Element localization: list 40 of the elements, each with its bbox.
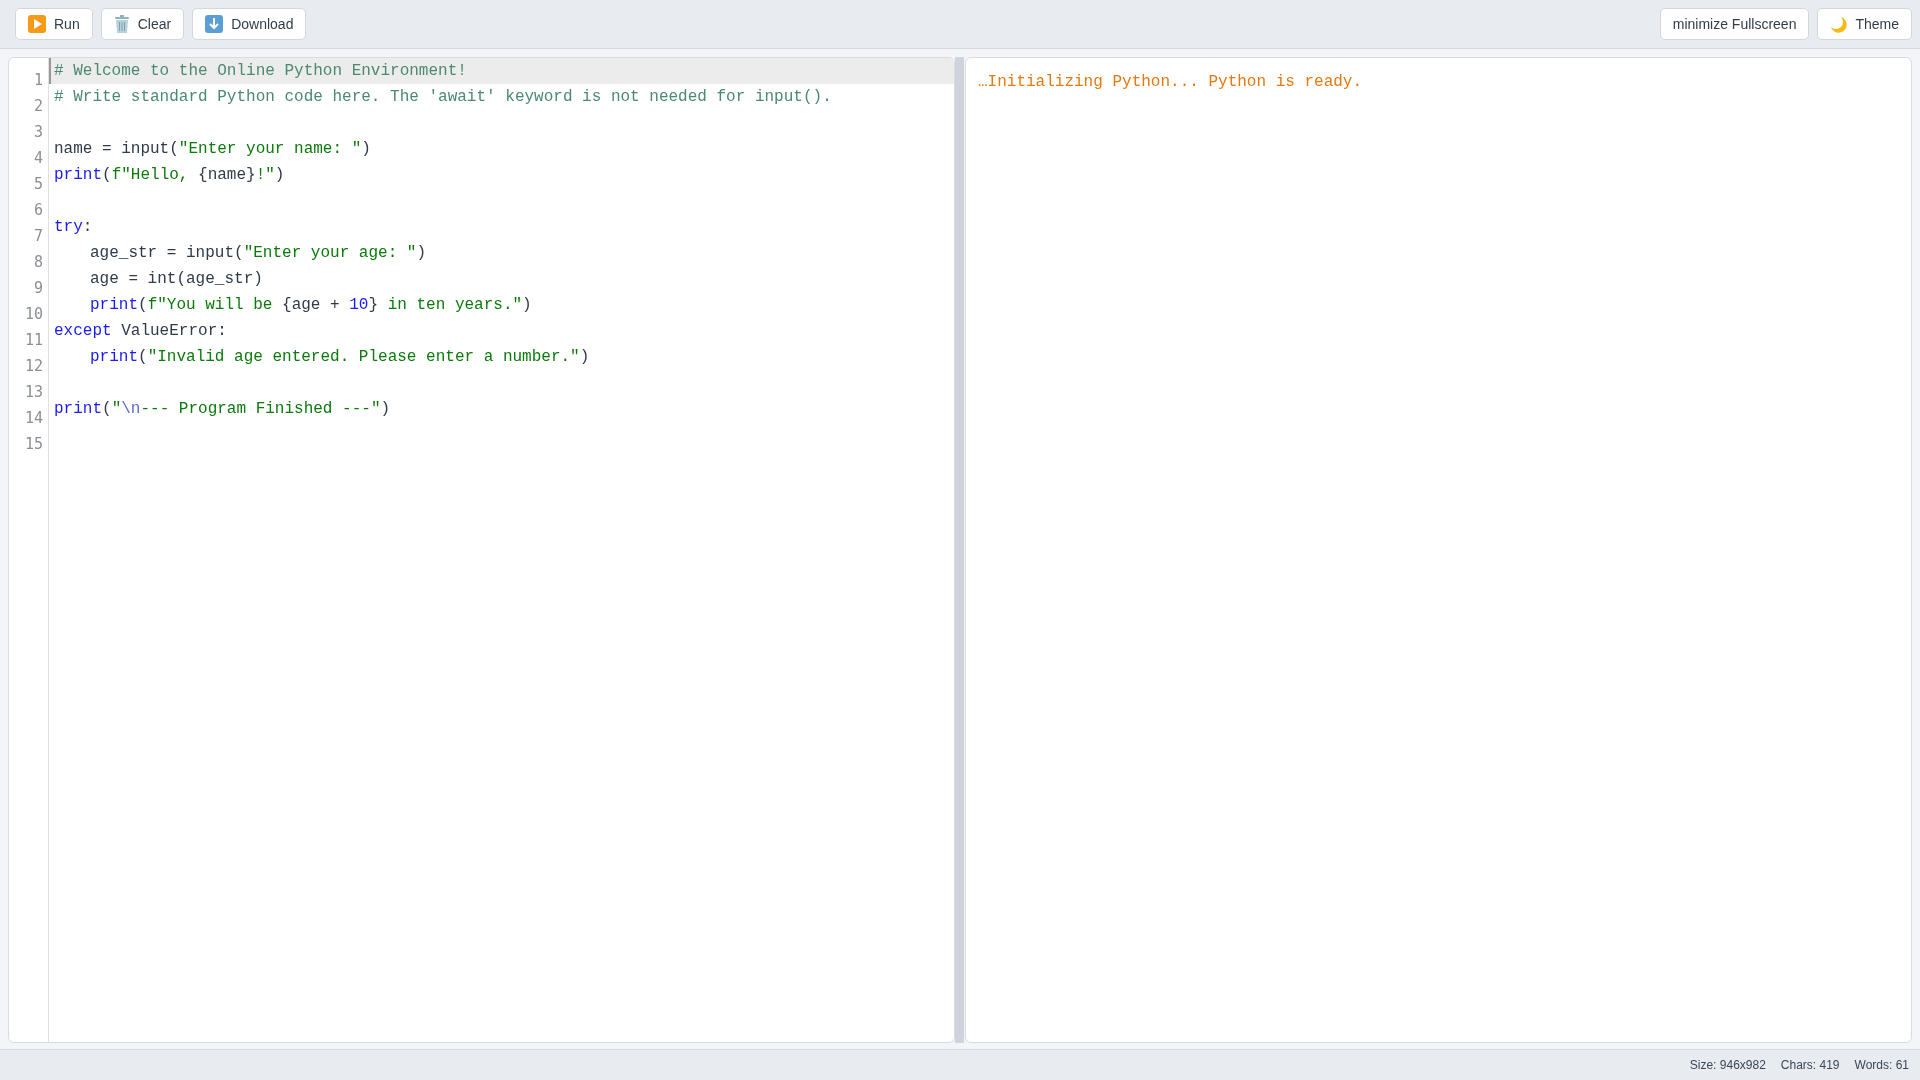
- line-number: 5: [33, 174, 44, 195]
- line-number: 12: [24, 356, 44, 377]
- code-line: # Write standard Python code here. The 'await' keyword is not needed for input().: [53, 87, 833, 108]
- panel-splitter[interactable]: [955, 57, 964, 1043]
- line-number: 1: [33, 70, 44, 91]
- theme-button[interactable]: Theme: [1817, 8, 1912, 40]
- line-number: 2: [33, 96, 44, 117]
- code-line: age_str = input("Enter your age: "): [89, 243, 428, 264]
- output-line: …Initializing Python... Python is ready.: [978, 72, 1363, 93]
- status-item: Size: 946x982: [1689, 1058, 1766, 1072]
- trash-icon: [113, 15, 130, 33]
- download-button[interactable]: Download: [192, 8, 307, 40]
- code-line: print("Invalid age entered. Please enter a number."): [89, 347, 591, 368]
- clear-button[interactable]: Clear: [100, 8, 185, 40]
- run-button[interactable]: Run: [15, 8, 93, 40]
- code-line: age = int(age_str): [89, 269, 264, 290]
- status-item: Chars: 419: [1780, 1058, 1840, 1072]
- line-number: 7: [33, 226, 44, 247]
- code-line: except ValueError:: [53, 321, 228, 342]
- line-number: 9: [33, 278, 44, 299]
- line-number: 14: [24, 408, 44, 429]
- status-item: Words: 61: [1854, 1058, 1909, 1072]
- line-number: 8: [33, 252, 44, 273]
- code-line: try:: [53, 217, 94, 238]
- code-line: print(f"You will be {age + 10} in ten years."): [89, 295, 533, 316]
- line-number: 10: [24, 304, 44, 325]
- moon-icon: [1830, 15, 1848, 33]
- line-number: 15: [24, 434, 44, 455]
- code-line: print("\n--- Program Finished ---"): [53, 399, 392, 420]
- code-line: name = input("Enter your name: "): [53, 139, 372, 160]
- code-editor[interactable]: [8, 57, 955, 1043]
- line-number: 13: [24, 382, 44, 403]
- line-number: 4: [33, 148, 44, 169]
- line-number: 6: [33, 200, 44, 221]
- download-icon: [205, 15, 224, 33]
- fullscreen-button[interactable]: minimize Fullscreen: [1659, 8, 1810, 40]
- code-line: print(f"Hello, {name}!"): [53, 165, 286, 186]
- line-number: 11: [24, 330, 44, 351]
- play-icon: [28, 15, 46, 33]
- line-number: 3: [33, 122, 44, 143]
